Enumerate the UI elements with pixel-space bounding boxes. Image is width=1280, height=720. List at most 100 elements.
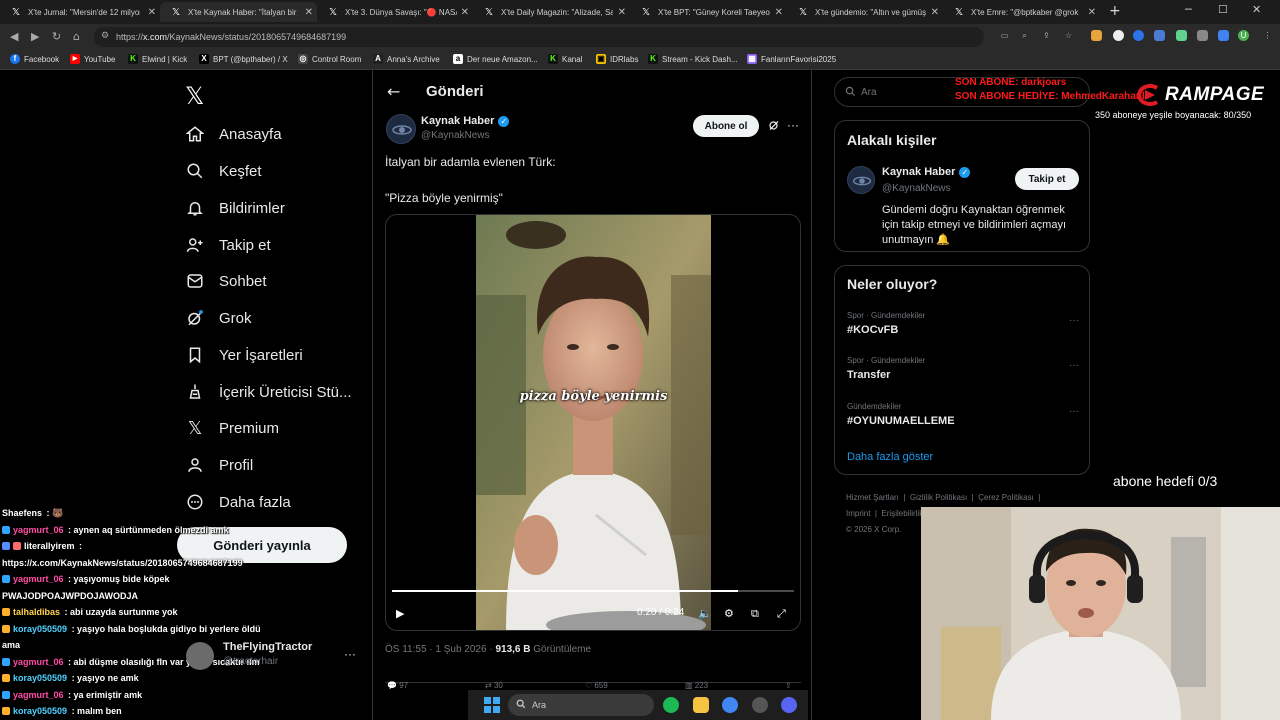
- trend-item[interactable]: Spor · Gündemdekiler #KOCvFB ···: [847, 311, 1079, 347]
- nav-follow[interactable]: Takip et: [185, 230, 271, 260]
- sidebar-toggle-icon[interactable]: [1218, 30, 1229, 41]
- browser-tab[interactable]: 𝕏 X'te Jurnal: "Mersin'de 12 milyon ✕: [0, 2, 160, 22]
- subscribe-button[interactable]: Abone ol: [693, 115, 759, 137]
- url-field[interactable]: ⚙ https://x.com/KaynakNews/status/201806…: [94, 27, 984, 47]
- back-arrow-icon[interactable]: ←: [387, 82, 400, 101]
- close-icon[interactable]: ✕: [1088, 7, 1096, 18]
- zoom-icon[interactable]: ⌕: [1019, 30, 1030, 41]
- close-icon[interactable]: ✕: [148, 7, 156, 18]
- fullscreen-icon[interactable]: ⤢: [777, 607, 786, 621]
- share-icon[interactable]: ⇪: [1041, 30, 1052, 41]
- reload-icon[interactable]: ↻: [52, 30, 61, 43]
- bookmark-item[interactable]: f Facebook: [10, 54, 59, 64]
- file-explorer-icon[interactable]: [693, 697, 709, 713]
- spotify-icon[interactable]: [663, 697, 679, 713]
- repost-button[interactable]: ⇄ 30: [485, 681, 503, 690]
- close-icon[interactable]: ✕: [461, 7, 469, 18]
- x-logo-icon[interactable]: 𝕏: [185, 82, 204, 110]
- close-icon[interactable]: ✕: [618, 7, 626, 18]
- discord-icon[interactable]: [781, 697, 797, 713]
- windows-start-icon[interactable]: [484, 697, 500, 713]
- bookmark-item[interactable]: X BPT (@bpthaber) / X: [199, 54, 288, 64]
- author-handle[interactable]: @KaynakNews: [421, 130, 490, 141]
- show-more-link[interactable]: Daha fazla göster: [847, 451, 933, 463]
- cast-icon[interactable]: ▭: [999, 30, 1010, 41]
- trend-item[interactable]: Gündemdekiler #OYUNUMAELLEME ···: [847, 402, 1079, 438]
- chat-message: talhaldibas : abi uzayda surtunme yok: [0, 604, 380, 621]
- browser-tab-active[interactable]: 𝕏 X'te Kaynak Haber: "İtalyan bir ✕: [160, 2, 317, 22]
- chrome-icon[interactable]: [722, 697, 738, 713]
- nav-explore[interactable]: Keşfet: [185, 156, 262, 186]
- forward-nav-icon[interactable]: ▶: [31, 30, 39, 43]
- more-options-icon[interactable]: ···: [1069, 360, 1079, 371]
- bookmark-item[interactable]: ▦ FanlarınFavorisi2025: [747, 54, 836, 64]
- related-user-name[interactable]: Kaynak Haber ✓: [882, 166, 971, 178]
- reply-button[interactable]: 💬 97: [387, 681, 408, 690]
- avatar[interactable]: [386, 114, 416, 144]
- trend-item[interactable]: Spor · Gündemdekiler Transfer ···: [847, 356, 1079, 392]
- site-info-icon[interactable]: ⚙: [101, 31, 109, 41]
- nav-home[interactable]: Anasayfa: [185, 119, 282, 149]
- profile-avatar-icon[interactable]: U: [1238, 30, 1249, 41]
- views-button[interactable]: ▥ 223: [685, 681, 708, 690]
- more-options-icon[interactable]: ···: [1069, 315, 1079, 326]
- related-user-handle[interactable]: @KaynakNews: [882, 183, 951, 194]
- avatar[interactable]: [847, 166, 875, 194]
- back-nav-icon[interactable]: ◀: [10, 30, 18, 43]
- settings-gear-icon[interactable]: ⚙: [724, 607, 734, 620]
- obs-icon[interactable]: [752, 697, 768, 713]
- more-options-icon[interactable]: ···: [787, 118, 799, 132]
- video-player[interactable]: pizza böyle yenirmis ▶ 0:20 / 0:24 🔈 ⚙ ⧉…: [385, 214, 801, 631]
- more-options-icon[interactable]: ···: [344, 647, 356, 661]
- maximize-icon[interactable]: ☐: [1218, 3, 1228, 16]
- nav-bookmarks[interactable]: Yer İşaretleri: [185, 340, 303, 370]
- close-icon[interactable]: ✕: [931, 7, 939, 18]
- browser-tab[interactable]: 𝕏 X'te BPT: "Güney Koreli Taeyeon ✕: [630, 2, 787, 22]
- bookmark-item[interactable]: ◎ Control Room: [298, 54, 361, 64]
- extension-icon[interactable]: [1176, 30, 1187, 41]
- extension-icon[interactable]: [1197, 30, 1208, 41]
- volume-icon[interactable]: 🔈: [698, 607, 712, 620]
- nav-chat[interactable]: Sohbet: [185, 266, 267, 296]
- taskbar-search-input[interactable]: Ara: [508, 694, 654, 716]
- account-switcher[interactable]: TheFlyingTractor @tractorhair ···: [186, 638, 366, 672]
- puzzle-icon[interactable]: [1154, 30, 1165, 41]
- new-tab-icon[interactable]: +: [1109, 3, 1121, 19]
- bookmark-item[interactable]: a Der neue Amazon...: [453, 54, 538, 64]
- nav-notifications[interactable]: Bildirimler: [185, 193, 285, 223]
- bookmark-item[interactable]: K Stream - Kick Dash...: [648, 54, 738, 64]
- browser-tab[interactable]: 𝕏 X'te Daily Magazin: "Alizade, Sa ✕: [473, 2, 630, 22]
- minimize-icon[interactable]: ─: [1185, 3, 1192, 16]
- share-icon[interactable]: ⇪: [785, 681, 792, 690]
- grok-icon[interactable]: [768, 119, 780, 131]
- close-icon[interactable]: ✕: [305, 7, 313, 18]
- home-nav-icon[interactable]: ⌂: [73, 30, 80, 43]
- nav-profile[interactable]: Profil: [185, 450, 253, 480]
- author-name[interactable]: Kaynak Haber ✓: [421, 115, 510, 127]
- pip-icon[interactable]: ⧉: [751, 607, 759, 621]
- nav-premium[interactable]: 𝕏 Premium: [185, 413, 279, 443]
- play-icon[interactable]: ▶: [396, 607, 404, 620]
- follow-button[interactable]: Takip et: [1015, 168, 1079, 190]
- extension-icon[interactable]: [1091, 30, 1102, 41]
- x-favicon-icon: 𝕏: [642, 6, 651, 18]
- nav-grok[interactable]: Grok: [185, 303, 252, 333]
- window-close-icon[interactable]: ✕: [1252, 3, 1261, 16]
- bookmark-item[interactable]: K Elwind | Kick: [128, 54, 187, 64]
- browser-tab[interactable]: 𝕏 X'te Emre: "@bptkaber @grok ✕: [943, 2, 1100, 22]
- more-options-icon[interactable]: ···: [1069, 406, 1079, 417]
- extension-icon[interactable]: [1113, 30, 1124, 41]
- menu-icon[interactable]: ⋮: [1262, 30, 1273, 41]
- like-button[interactable]: ♡ 659: [585, 681, 608, 690]
- bookmark-item[interactable]: K Kanal: [548, 54, 582, 64]
- bookmark-item[interactable]: A Anna's Archive: [373, 54, 440, 64]
- bookmark-item[interactable]: ▶ YouTube: [70, 54, 115, 64]
- nav-creator-studio[interactable]: İçerik Üreticisi Stü...: [185, 377, 352, 407]
- browser-tab[interactable]: 𝕏 X'te gündemio: "Altın ve gümüş ✕: [787, 2, 943, 22]
- close-icon[interactable]: ✕: [775, 7, 783, 18]
- bookmark-star-icon[interactable]: ☆: [1063, 30, 1074, 41]
- bookmark-item[interactable]: ▣ IDRlabs: [596, 54, 638, 64]
- extension-icon[interactable]: [1133, 30, 1144, 41]
- browser-tab[interactable]: 𝕏 X'te 3. Dünya Savaşı: "🔴 NASA ✕: [317, 2, 473, 22]
- video-progress-bar[interactable]: [392, 590, 794, 592]
